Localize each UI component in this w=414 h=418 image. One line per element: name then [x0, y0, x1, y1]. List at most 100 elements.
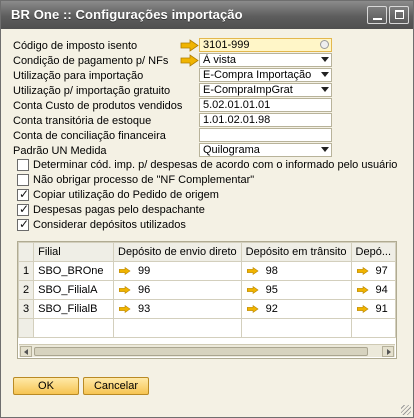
title-bar[interactable]: BR One :: Configurações importação [1, 1, 413, 29]
checkbox-row[interactable]: ✓ Copiar utilização do Pedido de origem [17, 187, 397, 203]
resize-grip[interactable] [401, 405, 411, 415]
table-row[interactable]: 3 SBO_FilialB 93 92 91 [17, 299, 397, 319]
check-icon: ✓ [19, 187, 30, 201]
filial-deposito-grid: # Filial Depósito de envio direto Depósi… [17, 241, 397, 359]
chevron-down-icon [321, 57, 329, 62]
checkbox-label: Despesas pagas pelo despachante [33, 204, 205, 216]
column-header-envio[interactable]: Depósito de envio direto [113, 242, 242, 262]
link-arrow-icon[interactable] [118, 266, 132, 276]
row-number-header: # [17, 242, 35, 262]
cell-transito[interactable] [240, 318, 352, 338]
padrao-un-select[interactable]: Quilograma [199, 143, 332, 157]
cell-filial[interactable]: SBO_BROne [33, 261, 114, 281]
checkbox-label: Copiar utilização do Pedido de origem [33, 189, 219, 201]
cell-extra[interactable]: 94 [350, 280, 397, 300]
minimize-button[interactable] [367, 6, 387, 24]
column-header-extra[interactable]: Depó... [350, 242, 397, 262]
window-title: BR One :: Configurações importação [11, 7, 243, 22]
utilizacao-importacao-select[interactable]: E-Compra Importação [199, 68, 332, 82]
cell-extra[interactable] [350, 318, 397, 338]
link-arrow-icon[interactable] [118, 285, 132, 295]
cell-transito[interactable]: 95 [240, 280, 352, 300]
link-arrow-icon[interactable] [356, 304, 370, 314]
table-row[interactable]: 2 SBO_FilialA 96 95 94 [17, 280, 397, 300]
ok-button[interactable]: OK [13, 377, 79, 395]
padrao-un-label: Padrão UN Medida [13, 145, 107, 157]
check-icon: ✓ [19, 202, 30, 216]
grid-header-row: # Filial Depósito de envio direto Depósi… [17, 242, 397, 262]
link-arrow-icon[interactable] [356, 266, 370, 276]
row-conta-transitoria: Conta transitória de estoque 1.01.02.01.… [13, 113, 332, 128]
column-header-transito[interactable]: Depósito em trânsito [240, 242, 352, 262]
checkbox-despesas-despachante[interactable]: ✓ [17, 202, 30, 216]
codigo-imposto-field[interactable]: 3101-999 [199, 38, 332, 52]
checkbox-row[interactable]: ✓ Despesas pagas pelo despachante [17, 202, 397, 218]
utilizacao-gratuito-label: Utilização p/ importação gratuito [13, 85, 171, 97]
checkbox-nao-obrigar-nf[interactable] [17, 174, 29, 186]
row-codigo-imposto: Código de imposto isento 3101-999 [13, 38, 332, 53]
cell-filial[interactable]: SBO_FilialB [33, 299, 114, 319]
horizontal-scrollbar[interactable] [19, 344, 395, 357]
cell-filial[interactable] [33, 318, 114, 338]
cell-envio[interactable]: 93 [113, 299, 242, 319]
link-arrow-icon[interactable] [246, 266, 260, 276]
checkbox-row[interactable]: ✓ Considerar depósitos utilizados [17, 217, 397, 233]
scroll-thumb[interactable] [34, 347, 368, 356]
checkbox-row[interactable]: Não obrigar processo de "NF Complementar… [17, 174, 397, 188]
checkbox-determinar-cod[interactable] [17, 159, 29, 171]
conta-custo-field[interactable]: 5.02.01.01.01 [199, 98, 332, 112]
row-utilizacao-gratuito: Utilização p/ importação gratuito E-Comp… [13, 83, 332, 98]
checkbox-copiar-utilizacao[interactable]: ✓ [17, 187, 30, 201]
row-conta-conciliacao: Conta de conciliação financeira [13, 128, 332, 143]
chevron-down-icon [321, 147, 329, 152]
link-arrow-icon[interactable] [118, 304, 132, 314]
table-row[interactable]: 1 SBO_BROne 99 98 97 [17, 261, 397, 281]
checkbox-label: Não obrigar processo de "NF Complementar… [33, 174, 255, 186]
link-arrow-icon[interactable] [246, 304, 260, 314]
checkbox-label: Determinar cód. imp. p/ despesas de acor… [33, 159, 398, 171]
conta-conciliacao-label: Conta de conciliação financeira [13, 130, 166, 142]
conta-transitoria-field[interactable]: 1.01.02.01.98 [199, 113, 332, 127]
chevron-down-icon [321, 72, 329, 77]
utilizacao-importacao-label: Utilização para importação [13, 70, 144, 82]
cell-transito[interactable]: 92 [240, 299, 352, 319]
utilizacao-gratuito-select[interactable]: E-CompraImpGrat [199, 83, 332, 97]
row-number: 1 [17, 261, 35, 281]
maximize-button[interactable] [389, 6, 409, 24]
checkbox-label: Considerar depósitos utilizados [33, 219, 186, 231]
checkbox-considerar-depositos[interactable]: ✓ [17, 217, 30, 231]
cell-extra[interactable]: 97 [350, 261, 397, 281]
cell-envio[interactable]: 99 [113, 261, 242, 281]
choose-from-list-icon[interactable] [320, 40, 329, 49]
row-utilizacao-importacao: Utilização para importação E-Compra Impo… [13, 68, 332, 83]
cell-envio[interactable]: 96 [113, 280, 242, 300]
cell-transito[interactable]: 98 [240, 261, 352, 281]
chevron-down-icon [321, 87, 329, 92]
row-number [17, 318, 35, 338]
conta-conciliacao-field[interactable] [199, 128, 332, 142]
grid-table: # Filial Depósito de envio direto Depósi… [17, 242, 397, 338]
conta-custo-label: Conta Custo de produtos vendidos [13, 100, 183, 112]
check-icon: ✓ [19, 217, 30, 231]
condicao-pagamento-select[interactable]: À vista [199, 53, 332, 67]
row-number: 2 [17, 280, 35, 300]
table-row-empty[interactable] [17, 318, 397, 338]
settings-dialog: BR One :: Configurações importação Códig… [0, 0, 414, 418]
cell-extra[interactable]: 91 [350, 299, 397, 319]
row-condicao-pagamento: Condição de pagamento p/ NFs À vista [13, 53, 332, 68]
row-number: 3 [17, 299, 35, 319]
cell-filial[interactable]: SBO_FilialA [33, 280, 114, 300]
cell-envio[interactable] [113, 318, 242, 338]
condicao-pagamento-label: Condição de pagamento p/ NFs [13, 55, 169, 67]
row-conta-custo: Conta Custo de produtos vendidos 5.02.01… [13, 98, 332, 113]
cancel-button[interactable]: Cancelar [83, 377, 149, 395]
codigo-imposto-label: Código de imposto isento [13, 40, 138, 52]
link-arrow-icon[interactable] [179, 39, 201, 52]
link-arrow-icon[interactable] [356, 285, 370, 295]
checkbox-row[interactable]: Determinar cód. imp. p/ despesas de acor… [17, 159, 397, 173]
column-header-filial[interactable]: Filial [33, 242, 114, 262]
link-arrow-icon[interactable] [179, 54, 201, 67]
scroll-right-button[interactable] [382, 346, 394, 357]
scroll-left-button[interactable] [20, 346, 32, 357]
link-arrow-icon[interactable] [246, 285, 260, 295]
